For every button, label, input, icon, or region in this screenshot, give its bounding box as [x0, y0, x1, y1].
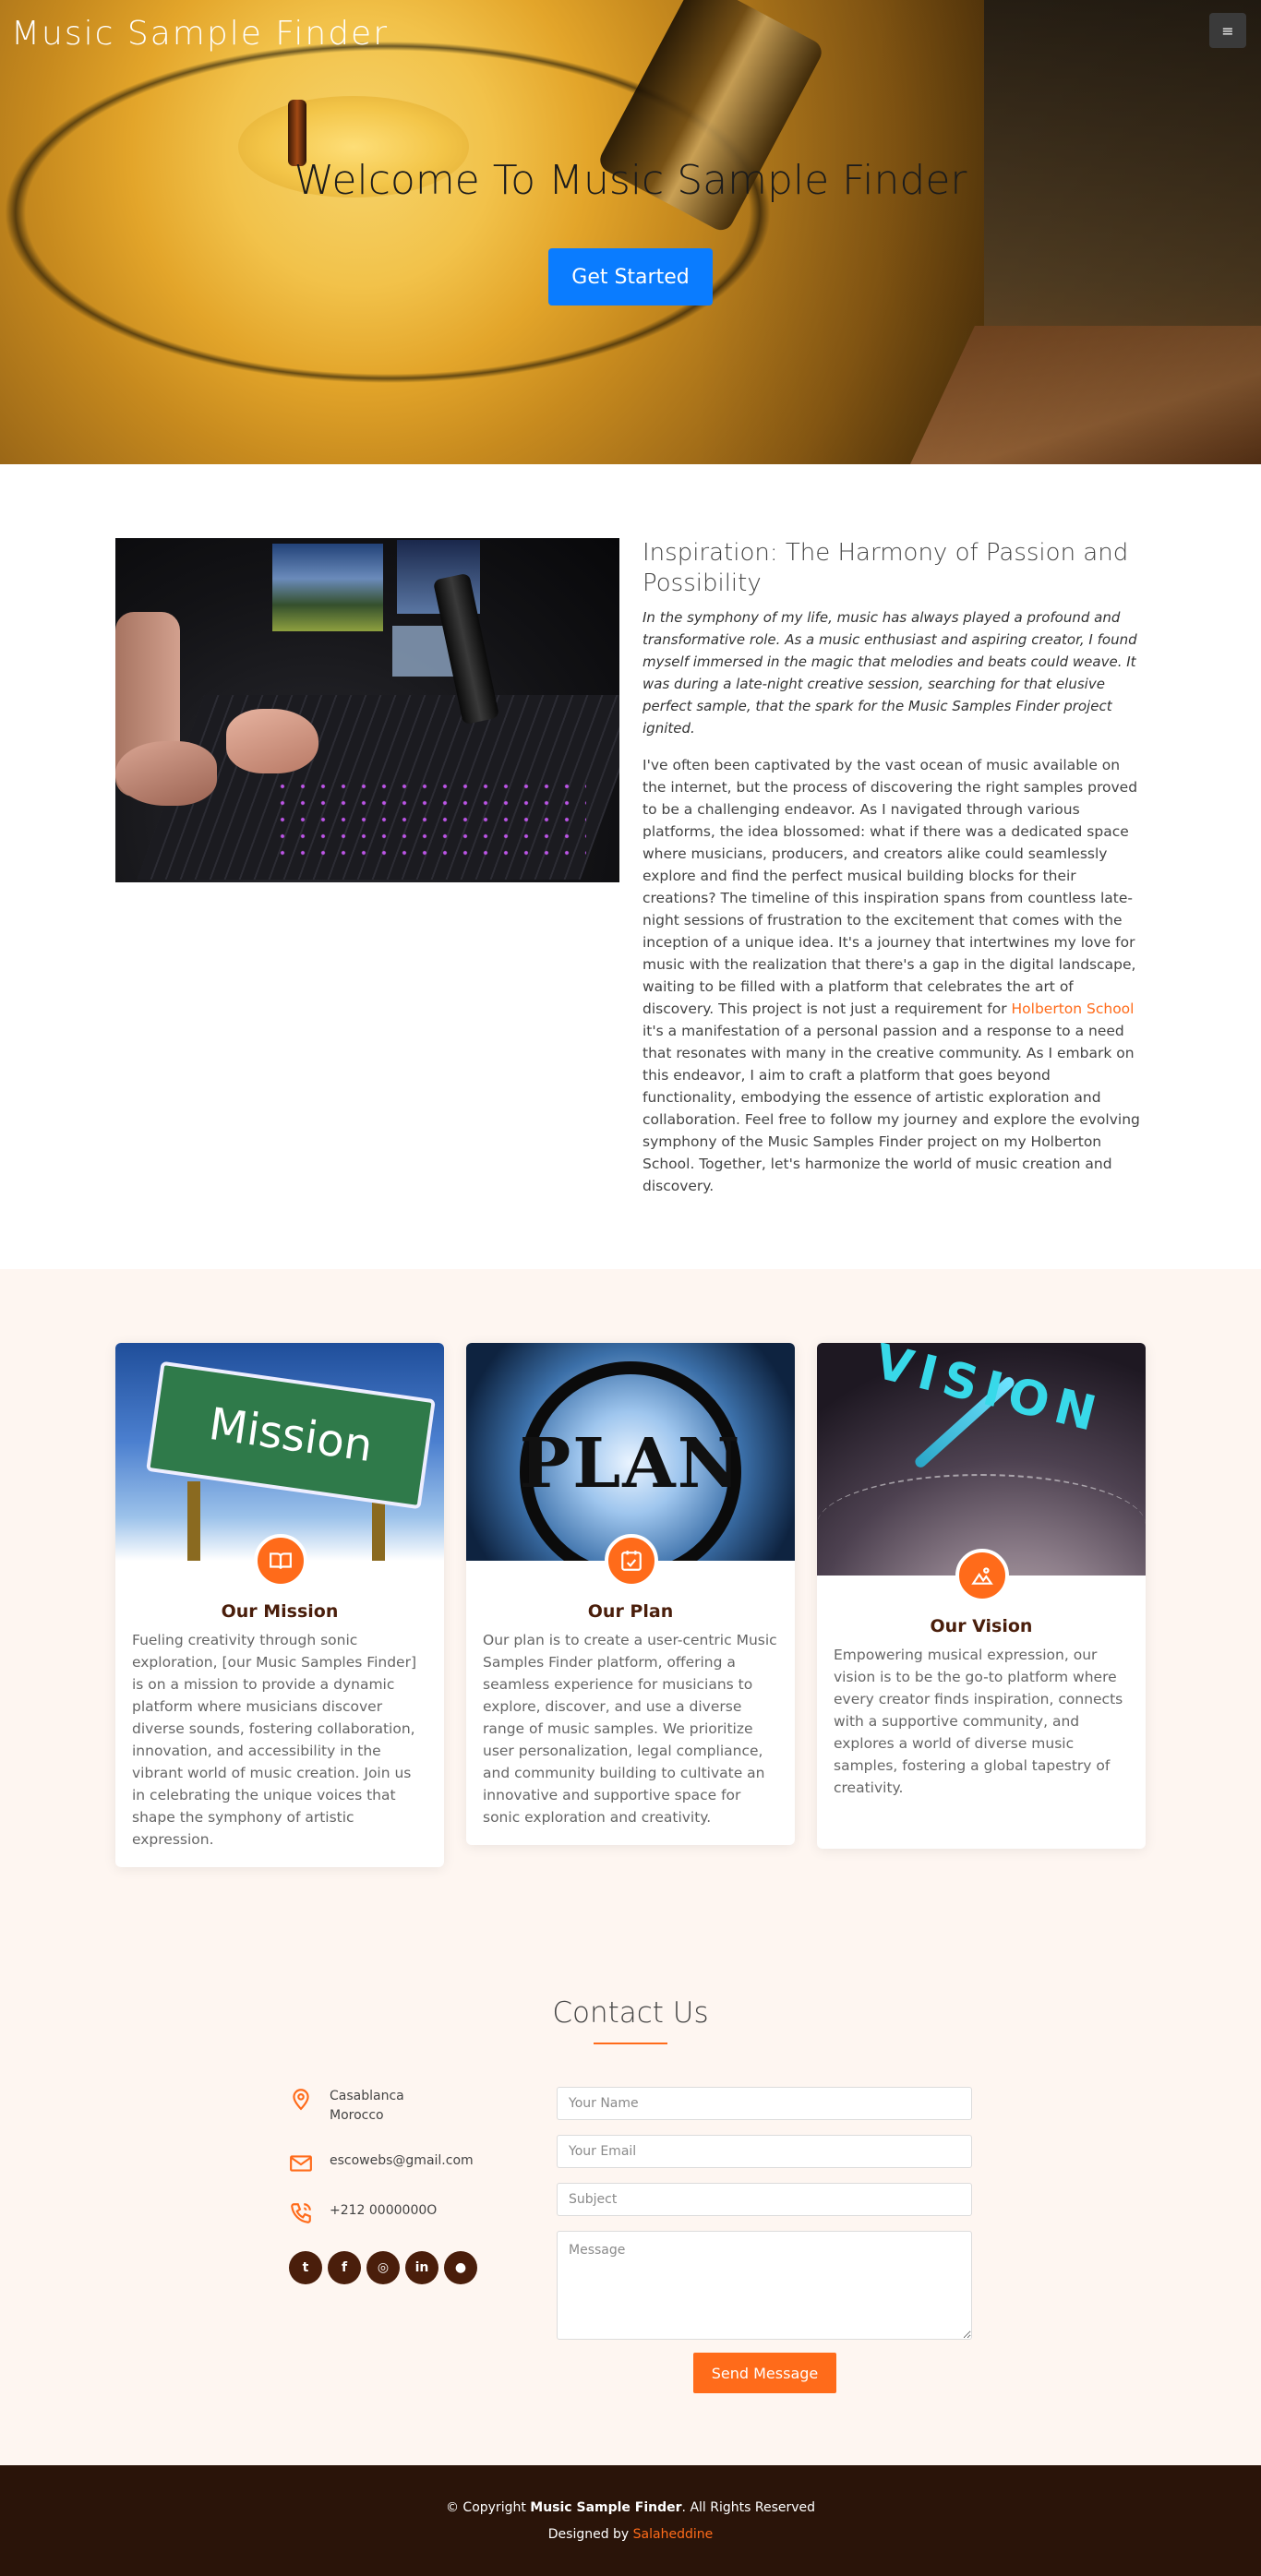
name-input[interactable]: [557, 2087, 972, 2120]
plan-card: PLAN Our Plan Our plan is to create a us…: [466, 1343, 795, 1845]
envelope-icon: [290, 2155, 312, 2172]
mission-image: Mission: [115, 1343, 444, 1561]
mission-card: Mission Our Mission Fueling creativity t…: [115, 1343, 444, 1867]
subject-input[interactable]: [557, 2183, 972, 2216]
send-message-button[interactable]: Send Message: [693, 2353, 836, 2393]
plan-word: PLAN: [519, 1424, 742, 1504]
monitor-screen: [272, 544, 383, 631]
card-text: Empowering musical expression, our visio…: [834, 1647, 1123, 1796]
plan-image: PLAN: [466, 1343, 795, 1561]
social-links: t f ◎ in ●: [289, 2251, 520, 2284]
vision-image: VISION: [817, 1343, 1146, 1576]
about-section: Inspiration: The Harmony of Passion and …: [0, 464, 1261, 1269]
contact-title: Contact Us: [552, 1996, 709, 2030]
github-icon[interactable]: ●: [444, 2251, 477, 2284]
studio-image: [115, 538, 619, 882]
phone-text[interactable]: +212 0000000O: [330, 2201, 437, 2221]
email-input[interactable]: [557, 2135, 972, 2168]
message-input[interactable]: [557, 2231, 972, 2340]
card-text: Fueling creativity through sonic explora…: [132, 1632, 416, 1848]
about-body-text: I've often been captivated by the vast o…: [643, 757, 1138, 1017]
hero-heading: Welcome To Music Sample Finder: [294, 157, 967, 204]
vision-card: VISION Our Vision Empowering musical exp…: [817, 1343, 1146, 1849]
calendar-check-icon: [605, 1534, 658, 1588]
card-title: Our Vision: [930, 1616, 1033, 1636]
title-underline: [594, 2043, 667, 2044]
copyright-prefix: © Copyright: [445, 2500, 531, 2515]
footer-brand: Music Sample Finder: [530, 2500, 682, 2515]
book-icon: [254, 1534, 307, 1588]
menu-button[interactable]: ≡: [1209, 13, 1246, 48]
email-row: escowebs@gmail.com: [289, 2151, 520, 2175]
about-title: Inspiration: The Harmony of Passion and …: [643, 539, 1129, 597]
contact-info: Casablanca Morocco escowebs@gmail.com +2…: [289, 2087, 520, 2393]
copyright: © Copyright Music Sample Finder. All Rig…: [0, 2495, 1261, 2522]
credits: Designed by Salaheddine: [0, 2522, 1261, 2548]
image-icon: [955, 1549, 1009, 1602]
sign-post: [187, 1481, 200, 1561]
location-pin-icon: [293, 2089, 309, 2111]
menu-icon: ≡: [1221, 21, 1234, 40]
contact-section: Contact Us Casablanca Morocco escowebs@g…: [0, 1959, 1261, 2465]
email-text[interactable]: escowebs@gmail.com: [330, 2151, 474, 2171]
site-title[interactable]: Music Sample Finder: [11, 15, 389, 53]
features-section: Mission Our Mission Fueling creativity t…: [0, 1269, 1261, 1959]
card-title: Our Mission: [221, 1601, 339, 1622]
holberton-school-link[interactable]: Holberton School: [1012, 1000, 1135, 1017]
designed-by-label: Designed by: [547, 2527, 633, 2542]
phone-icon: [291, 2203, 311, 2223]
card-title: Our Plan: [587, 1601, 674, 1622]
address-line: Morocco: [330, 2108, 384, 2123]
hero-section: Music Sample Finder ≡ Welcome To Music S…: [0, 0, 1261, 464]
instagram-icon[interactable]: ◎: [366, 2251, 400, 2284]
hero-shade: [0, 0, 1261, 464]
address-line: Casablanca: [330, 2089, 404, 2103]
contact-form: Send Message: [557, 2087, 972, 2393]
copyright-suffix: . All Rights Reserved: [681, 2500, 816, 2515]
hand: [226, 709, 318, 773]
footer: © Copyright Music Sample Finder. All Rig…: [0, 2465, 1261, 2576]
designer-link[interactable]: Salaheddine: [633, 2527, 714, 2542]
about-body: I've often been captivated by the vast o…: [643, 754, 1146, 1197]
console-leds: [272, 778, 586, 861]
address-row: Casablanca Morocco: [289, 2087, 520, 2126]
about-body-text: it's a manifestation of a personal passi…: [643, 1023, 1140, 1194]
phone-row: +212 0000000O: [289, 2201, 520, 2225]
facebook-icon[interactable]: f: [328, 2251, 361, 2284]
get-started-button[interactable]: Get Started: [548, 248, 713, 306]
card-text: Our plan is to create a user-centric Mus…: [483, 1632, 777, 1826]
vision-word: VISION: [869, 1343, 1109, 1444]
hand: [115, 741, 217, 806]
linkedin-icon[interactable]: in: [405, 2251, 438, 2284]
twitter-icon[interactable]: t: [289, 2251, 322, 2284]
about-intro: In the symphony of my life, music has al…: [643, 609, 1137, 737]
